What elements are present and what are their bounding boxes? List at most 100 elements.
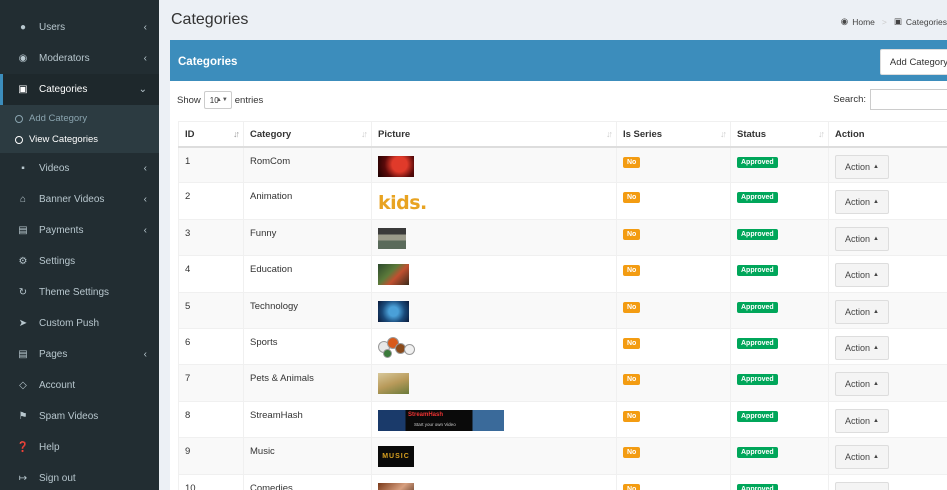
sidebar-item-users[interactable]: ● Users ‹: [0, 12, 159, 43]
sidebar-item-pages[interactable]: ▤ Pages ‹: [0, 339, 159, 370]
cell-picture: StreamHash Start your own Video: [371, 400, 617, 439]
action-dropdown-button[interactable]: Action▲: [835, 263, 889, 288]
video-camera-icon: ▪: [21, 163, 25, 174]
cell-id: 10: [178, 473, 244, 490]
table-row: 1 RomCom No Approved Action ▲: [178, 145, 947, 184]
users-icon: ◉: [18, 53, 28, 64]
table-header-row: ID ↓↑ Category ↓↑ Picture ↓↑ Is Series ↓↑ Status…: [178, 121, 947, 148]
caret-up-icon: ▲: [873, 381, 879, 388]
breadcrumb-separator: >: [881, 16, 887, 27]
id-value: 9: [185, 446, 191, 458]
action-dropdown-button[interactable]: Action▲: [835, 408, 889, 433]
column-header-picture[interactable]: Picture ↓↑: [371, 121, 617, 148]
flag-icon: ⚑: [18, 411, 28, 422]
cell-id: 9: [178, 437, 244, 475]
sidebar-item-label: Categories: [39, 84, 88, 95]
submenu-item-add-category[interactable]: Add Category: [0, 108, 159, 129]
action-label: Action: [845, 452, 871, 463]
action-dropdown-button[interactable]: Action▲: [835, 335, 889, 360]
sort-icon: ↓↑: [361, 129, 368, 139]
add-category-button[interactable]: Add Category: [879, 49, 947, 75]
sort-icon: ↓↑: [606, 129, 613, 139]
diamond-icon: ◇: [19, 380, 27, 391]
cell-is-series: No: [616, 145, 731, 184]
column-header-is-series[interactable]: Is Series ↓↑: [616, 121, 731, 148]
caret-up-icon: ▲: [873, 199, 879, 206]
cell-category: Education: [243, 255, 372, 293]
category-picture: [378, 482, 414, 490]
column-header-action[interactable]: Action↓↑: [828, 121, 947, 148]
cell-id: 2: [178, 182, 244, 220]
cell-id: 4: [178, 255, 244, 293]
sidebar-menu: ● Users ‹ ◉ Moderators ‹ ▣ Categories ⌄ Add Categ…: [0, 12, 159, 490]
cell-status: Approved: [730, 145, 829, 184]
category-name: RomCom: [250, 155, 291, 167]
cell-status: Approved: [730, 182, 829, 220]
sidebar-item-videos[interactable]: ▪ Videos ‹: [0, 153, 159, 184]
chevron-left-icon: ‹: [143, 225, 147, 236]
action-dropdown-button[interactable]: Action▲: [835, 190, 889, 215]
cell-status: Approved: [730, 364, 829, 402]
id-value: 5: [185, 300, 191, 312]
sidebar-item-custom-push[interactable]: ➤ Custom Push: [0, 308, 159, 339]
column-header-id[interactable]: ID ↓↑: [178, 121, 244, 148]
cell-picture: [371, 145, 617, 184]
box-header: Categories Add Category: [170, 43, 947, 81]
action-dropdown-button[interactable]: Action▲: [835, 299, 889, 324]
show-label: Show: [177, 94, 201, 106]
sort-icon: ↓↑: [720, 129, 727, 139]
sidebar-item-spam-videos[interactable]: ⚑ Spam Videos: [0, 401, 159, 432]
submenu-item-view-categories[interactable]: View Categories: [0, 129, 159, 150]
search-label: Search:: [833, 94, 866, 105]
column-header-status[interactable]: Status ↓↑: [730, 121, 829, 148]
cell-category: StreamHash: [243, 400, 372, 439]
action-dropdown-button[interactable]: Action▲: [835, 154, 889, 179]
category-picture: [378, 155, 414, 177]
sidebar-item-theme-settings[interactable]: ↻ Theme Settings: [0, 277, 159, 308]
action-label: Action: [845, 379, 871, 390]
id-value: 6: [185, 336, 191, 348]
action-dropdown-button[interactable]: Action▲: [835, 445, 889, 470]
caret-up-icon: ▲: [873, 417, 879, 424]
sidebar-item-settings[interactable]: ⚙ Settings: [0, 246, 159, 277]
sidebar-item-help[interactable]: ❓ Help: [0, 432, 159, 463]
entries-select[interactable]: 10 ▲▼: [203, 91, 232, 109]
action-dropdown-button[interactable]: Action▲: [835, 372, 889, 397]
sidebar: ● Users ‹ ◉ Moderators ‹ ▣ Categories ⌄ Add Categ…: [0, 0, 159, 490]
cell-status: Approved: [730, 255, 829, 293]
sidebar-item-banner-videos[interactable]: ⌂ Banner Videos ‹: [0, 184, 159, 215]
entries-label: entries: [234, 94, 264, 106]
status-badge: Approved: [737, 410, 778, 422]
cell-picture: [371, 327, 617, 366]
action-label: Action: [845, 306, 871, 317]
sidebar-item-payments[interactable]: ▤ Payments ‹: [0, 215, 159, 246]
sidebar-item-account[interactable]: ◇ Account: [0, 370, 159, 401]
sidebar-item-categories[interactable]: ▣ Categories ⌄: [0, 74, 159, 105]
breadcrumb: ◉ Home > ▣ Categories: [841, 16, 947, 27]
cell-category: Animation: [243, 182, 372, 220]
entries-length: Show 10 ▲▼ entries: [177, 91, 263, 109]
cell-id: 1: [178, 145, 244, 184]
is-series-badge: No: [623, 301, 641, 313]
sidebar-item-label: Banner Videos: [39, 194, 105, 205]
cell-status: Approved: [730, 473, 829, 490]
is-series-badge: No: [623, 337, 641, 349]
caret-up-icon: ▲: [873, 235, 879, 242]
cell-picture: [371, 473, 617, 490]
cell-is-series: No: [616, 291, 731, 329]
category-picture: MUSIC: [378, 446, 414, 468]
table-row: 5 Technology No Approved Action ▲: [178, 291, 947, 329]
action-label: Action: [845, 342, 871, 353]
breadcrumb-home[interactable]: Home: [852, 17, 875, 27]
box-title: Categories: [178, 56, 238, 68]
column-header-category[interactable]: Category ↓↑: [243, 121, 372, 148]
search-input[interactable]: [870, 89, 947, 110]
categories-table: ID ↓↑ Category ↓↑ Picture ↓↑ Is Series ↓↑ Status…: [178, 121, 947, 490]
status-badge: Approved: [737, 156, 778, 168]
sidebar-item-sign-out[interactable]: ↦ Sign out: [0, 463, 159, 490]
action-dropdown-button[interactable]: Action▲: [835, 226, 889, 251]
cell-status: Approved: [730, 291, 829, 329]
action-dropdown-button[interactable]: Action▲: [835, 481, 889, 490]
sidebar-item-moderators[interactable]: ◉ Moderators ‹: [0, 43, 159, 74]
chevron-left-icon: ‹: [143, 22, 147, 33]
